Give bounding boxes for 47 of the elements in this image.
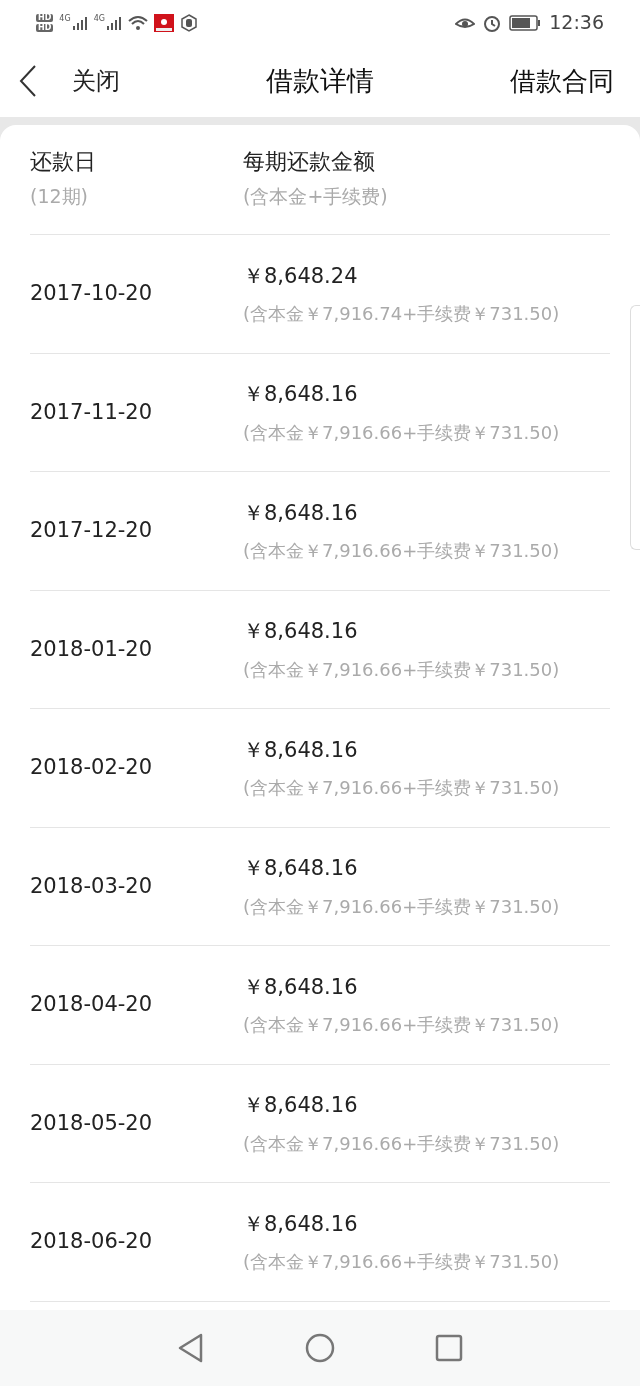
alarm-icon xyxy=(483,13,502,32)
due-date: 2018-06-20 xyxy=(30,1228,154,1255)
app-notification-icon xyxy=(153,13,174,32)
column-title: 每期还款金额 xyxy=(243,148,376,176)
wifi-icon xyxy=(127,14,148,31)
amount-breakdown: (含本金￥7,916.66+手续费￥731.50) xyxy=(243,1131,560,1156)
installment-amount: ￥8,648.16 xyxy=(243,855,359,882)
installment-amount: ￥8,648.16 xyxy=(243,499,359,527)
amount-breakdown: (含本金￥7,916.66+手续费￥731.50) xyxy=(243,1013,560,1037)
amount-breakdown: (含本金￥7,916.66+手续费￥731.50) xyxy=(243,420,560,445)
column-subtitle: (含本金+手续费) xyxy=(243,184,388,209)
due-date: 2018-04-20 xyxy=(30,991,154,1018)
amount-breakdown: (含本金￥7,916.66+手续费￥731.50) xyxy=(243,1250,560,1274)
amount-breakdown: (含本金￥7,916.66+手续费￥731.50) xyxy=(243,539,560,563)
installment-amount: ￥8,648.16 xyxy=(243,1092,359,1119)
column-subtitle: (12期) xyxy=(30,184,89,209)
amount-breakdown: (含本金￥7,916.66+手续费￥731.50) xyxy=(243,894,560,919)
network-label: 4G xyxy=(93,14,105,23)
installment-amount: ￥8,648.16 xyxy=(243,973,359,1001)
back-icon xyxy=(18,64,38,98)
amount-breakdown: (含本金￥7,916.66+手续费￥731.50) xyxy=(243,657,560,682)
column-title: 还款日 xyxy=(30,148,97,176)
amount-breakdown: (含本金￥7,916.74+手续费￥731.50) xyxy=(243,302,560,326)
amount-breakdown: (含本金￥7,916.66+手续费￥731.50) xyxy=(243,776,560,800)
due-date: 2018-02-20 xyxy=(30,754,154,781)
home-nav-button[interactable] xyxy=(305,1333,335,1363)
status-time: 12:36 xyxy=(549,10,604,36)
signal-icon xyxy=(105,14,122,31)
installment-amount: ￥8,648.16 xyxy=(243,618,359,645)
recents-nav-button[interactable] xyxy=(435,1334,463,1362)
installment-amount: ￥8,648.16 xyxy=(243,1210,359,1238)
due-date: 2017-11-20 xyxy=(30,398,154,426)
close-button[interactable]: 关闭 xyxy=(18,63,218,99)
due-date: 2017-12-20 xyxy=(30,517,154,544)
installment-amount: ￥8,648.16 xyxy=(243,736,359,764)
loan-contract-link[interactable]: 借款合同 xyxy=(422,61,622,101)
signal-icon xyxy=(71,14,88,31)
due-date: 2018-01-20 xyxy=(30,635,154,663)
network-label: 4G xyxy=(59,14,71,23)
installment-amount: ￥8,648.16 xyxy=(243,381,359,408)
due-date: 2018-05-20 xyxy=(30,1109,154,1137)
battery-icon xyxy=(509,14,542,31)
installment-amount: ￥8,648.24 xyxy=(243,262,359,290)
due-date: 2017-10-20 xyxy=(30,280,154,307)
back-nav-button[interactable] xyxy=(177,1333,205,1363)
page-title: 借款详情 xyxy=(265,63,375,98)
due-date: 2018-03-20 xyxy=(30,872,154,900)
